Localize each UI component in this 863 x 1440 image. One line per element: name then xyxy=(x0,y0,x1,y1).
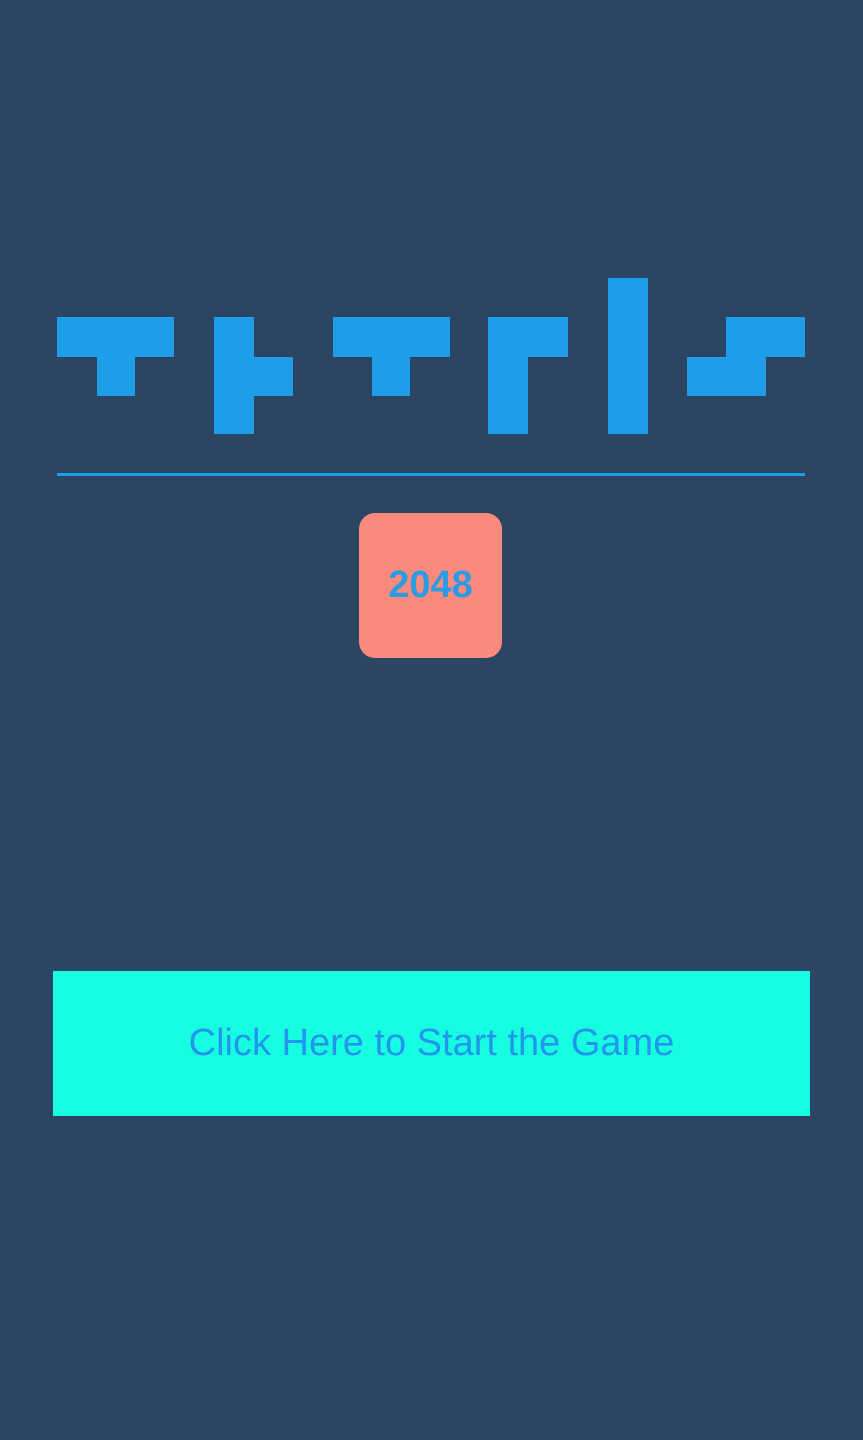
logo-block-t2-stem xyxy=(372,357,410,396)
logo-block-e-nub xyxy=(254,357,293,396)
tile-2048-label: 2048 xyxy=(388,564,473,606)
logo-block-t xyxy=(57,317,174,357)
logo-block-r-stem xyxy=(488,357,528,434)
logo-blocks xyxy=(57,278,805,434)
logo-block-s-bottom xyxy=(687,357,766,396)
logo-block-t-stem xyxy=(97,357,135,396)
logo-block-i xyxy=(608,278,648,434)
tetris-block-logo-icon xyxy=(57,278,805,434)
logo-block-s-top xyxy=(726,317,805,357)
logo-divider xyxy=(57,473,805,476)
logo-block-r xyxy=(488,317,568,357)
game-start-screen: { "theme": { "background": "#2c4562", "l… xyxy=(0,0,863,1440)
logo-block-t2 xyxy=(333,317,450,357)
start-game-button[interactable]: Click Here to Start the Game xyxy=(53,971,810,1116)
start-game-button-label: Click Here to Start the Game xyxy=(188,1022,675,1064)
tile-2048: 2048 xyxy=(359,513,502,658)
logo-block-e xyxy=(214,317,254,434)
